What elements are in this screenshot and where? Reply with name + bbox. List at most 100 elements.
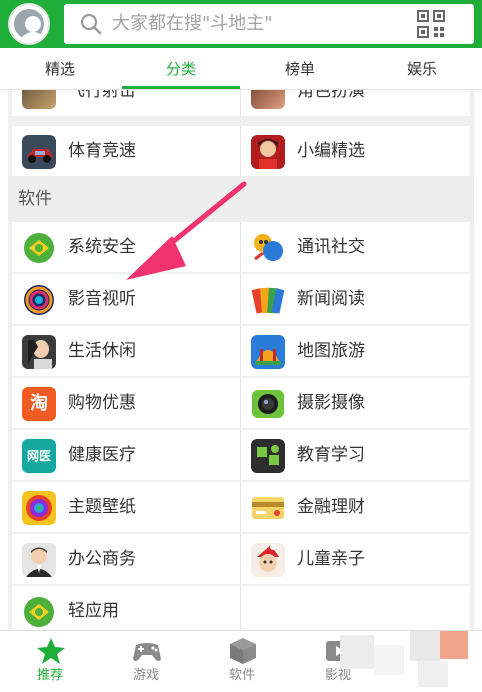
avatar[interactable] [8, 3, 50, 45]
role-playing-icon [251, 90, 285, 109]
box-icon [230, 638, 256, 664]
tab-rankings[interactable]: 榜单 [240, 48, 360, 90]
shield-icon [24, 233, 54, 263]
category-tabs: 精选 分类 榜单 娱乐 [0, 48, 482, 90]
category-light-apps[interactable]: 轻应用 [12, 586, 241, 630]
lifestyle-icon [22, 335, 56, 369]
category-label: 影音视听 [68, 289, 136, 309]
office-icon [22, 543, 56, 577]
nav-recommend[interactable]: 推荐 [0, 631, 100, 692]
section-header-software: 软件 [8, 176, 474, 222]
watermark-patch [410, 631, 440, 661]
list-row: 系统安全 通讯社交 [12, 222, 470, 272]
tab-entertainment[interactable]: 娱乐 [362, 48, 482, 90]
category-role-playing[interactable]: 角色扮演 [241, 90, 470, 116]
nav-label: 游戏 [132, 668, 159, 683]
watermark-patch [440, 631, 468, 659]
category-finance[interactable]: 金融理财 [241, 482, 470, 532]
watermark-patch [418, 661, 448, 687]
gamepad-icon [133, 643, 161, 661]
sports-racing-icon [22, 135, 56, 169]
category-news-reading[interactable]: 新闻阅读 [241, 274, 470, 324]
category-label: 金融理财 [297, 497, 365, 517]
category-sports-racing[interactable]: 体育竞速 [12, 126, 241, 176]
category-label: 飞行射击 [68, 90, 136, 101]
star-icon [37, 638, 65, 664]
watermark-patch [374, 645, 404, 675]
book-icon [251, 287, 285, 314]
category-label: 新闻阅读 [297, 289, 365, 309]
category-lifestyle[interactable]: 生活休闲 [12, 326, 241, 376]
shopping-icon: 淘 [22, 387, 56, 421]
category-maps-travel[interactable]: 地图旅游 [241, 326, 470, 376]
category-grid: 飞行射击 角色扮演 体育竞速 小编精选 软件 系统安全 通讯社交 影音视听 新闻… [8, 90, 474, 630]
category-health-medical[interactable]: 网医 健康医疗 [12, 430, 241, 480]
list-row: 淘 购物优惠 摄影摄像 [12, 378, 470, 428]
category-label: 购物优惠 [68, 393, 136, 413]
qr-code-icon[interactable] [416, 9, 446, 39]
kids-icon [251, 543, 285, 577]
category-system-security[interactable]: 系统安全 [12, 222, 241, 272]
list-row: 影音视听 新闻阅读 [12, 274, 470, 324]
empty-cell [241, 586, 470, 630]
tab-featured[interactable]: 精选 [0, 48, 120, 90]
section-title: 软件 [18, 189, 52, 209]
list-row: 体育竞速 小编精选 [12, 126, 470, 176]
media-icon [24, 285, 54, 315]
category-label: 教育学习 [297, 445, 365, 465]
nav-label: 推荐 [36, 668, 63, 683]
search-input[interactable]: 大家都在搜"斗地主" [64, 4, 474, 44]
nav-label: 影视 [324, 668, 351, 683]
category-education[interactable]: 教育学习 [241, 430, 470, 480]
category-label: 轻应用 [68, 601, 119, 621]
category-flight-shooting[interactable]: 飞行射击 [12, 90, 241, 116]
category-shopping[interactable]: 淘 购物优惠 [12, 378, 241, 428]
list-row: 轻应用 [12, 586, 470, 630]
list-row: 办公商务 儿童亲子 [12, 534, 470, 584]
nav-games[interactable]: 游戏 [96, 631, 196, 692]
category-photography[interactable]: 摄影摄像 [241, 378, 470, 428]
wallpaper-icon [22, 491, 56, 525]
flight-shooting-icon [22, 90, 56, 109]
list-row: 生活休闲 地图旅游 [12, 326, 470, 376]
watermark-patch [340, 635, 374, 669]
list-row: 主题壁纸 金融理财 [12, 482, 470, 532]
bottom-navigation: 推荐 游戏 软件 影视 [0, 630, 482, 692]
education-icon [251, 439, 285, 473]
category-audio-video[interactable]: 影音视听 [12, 274, 241, 324]
category-label: 角色扮演 [297, 90, 365, 101]
category-label: 生活休闲 [68, 341, 136, 361]
category-themes-wallpaper[interactable]: 主题壁纸 [12, 482, 241, 532]
category-label: 儿童亲子 [297, 549, 365, 569]
map-icon [251, 335, 285, 369]
category-label: 小编精选 [297, 141, 365, 161]
category-label: 健康医疗 [68, 445, 136, 465]
finance-icon [252, 497, 284, 519]
list-row: 网医 健康医疗 教育学习 [12, 430, 470, 480]
editors-picks-icon [251, 135, 285, 169]
category-editors-picks[interactable]: 小编精选 [241, 126, 470, 176]
category-label: 通讯社交 [297, 237, 365, 257]
category-label: 摄影摄像 [297, 393, 365, 413]
health-icon: 网医 [22, 439, 56, 473]
user-icon [14, 9, 47, 43]
tab-categories[interactable]: 分类 [122, 48, 240, 90]
category-kids-parenting[interactable]: 儿童亲子 [241, 534, 470, 584]
category-label: 主题壁纸 [68, 497, 136, 517]
light-app-icon [24, 597, 54, 627]
search-icon [80, 13, 102, 35]
category-office-business[interactable]: 办公商务 [12, 534, 241, 584]
search-placeholder: 大家都在搜"斗地主" [112, 13, 273, 34]
category-label: 体育竞速 [68, 141, 136, 161]
category-label: 办公商务 [68, 549, 136, 569]
camera-icon [252, 390, 284, 418]
category-label: 地图旅游 [297, 341, 365, 361]
category-communication[interactable]: 通讯社交 [241, 222, 470, 272]
nav-software[interactable]: 软件 [192, 631, 292, 692]
category-label: 系统安全 [68, 237, 136, 257]
list-row: 飞行射击 角色扮演 [12, 90, 470, 116]
chat-icon [254, 234, 283, 261]
top-bar: 大家都在搜"斗地主" [0, 0, 482, 48]
active-tab-indicator [122, 86, 240, 89]
nav-label: 软件 [228, 668, 255, 683]
